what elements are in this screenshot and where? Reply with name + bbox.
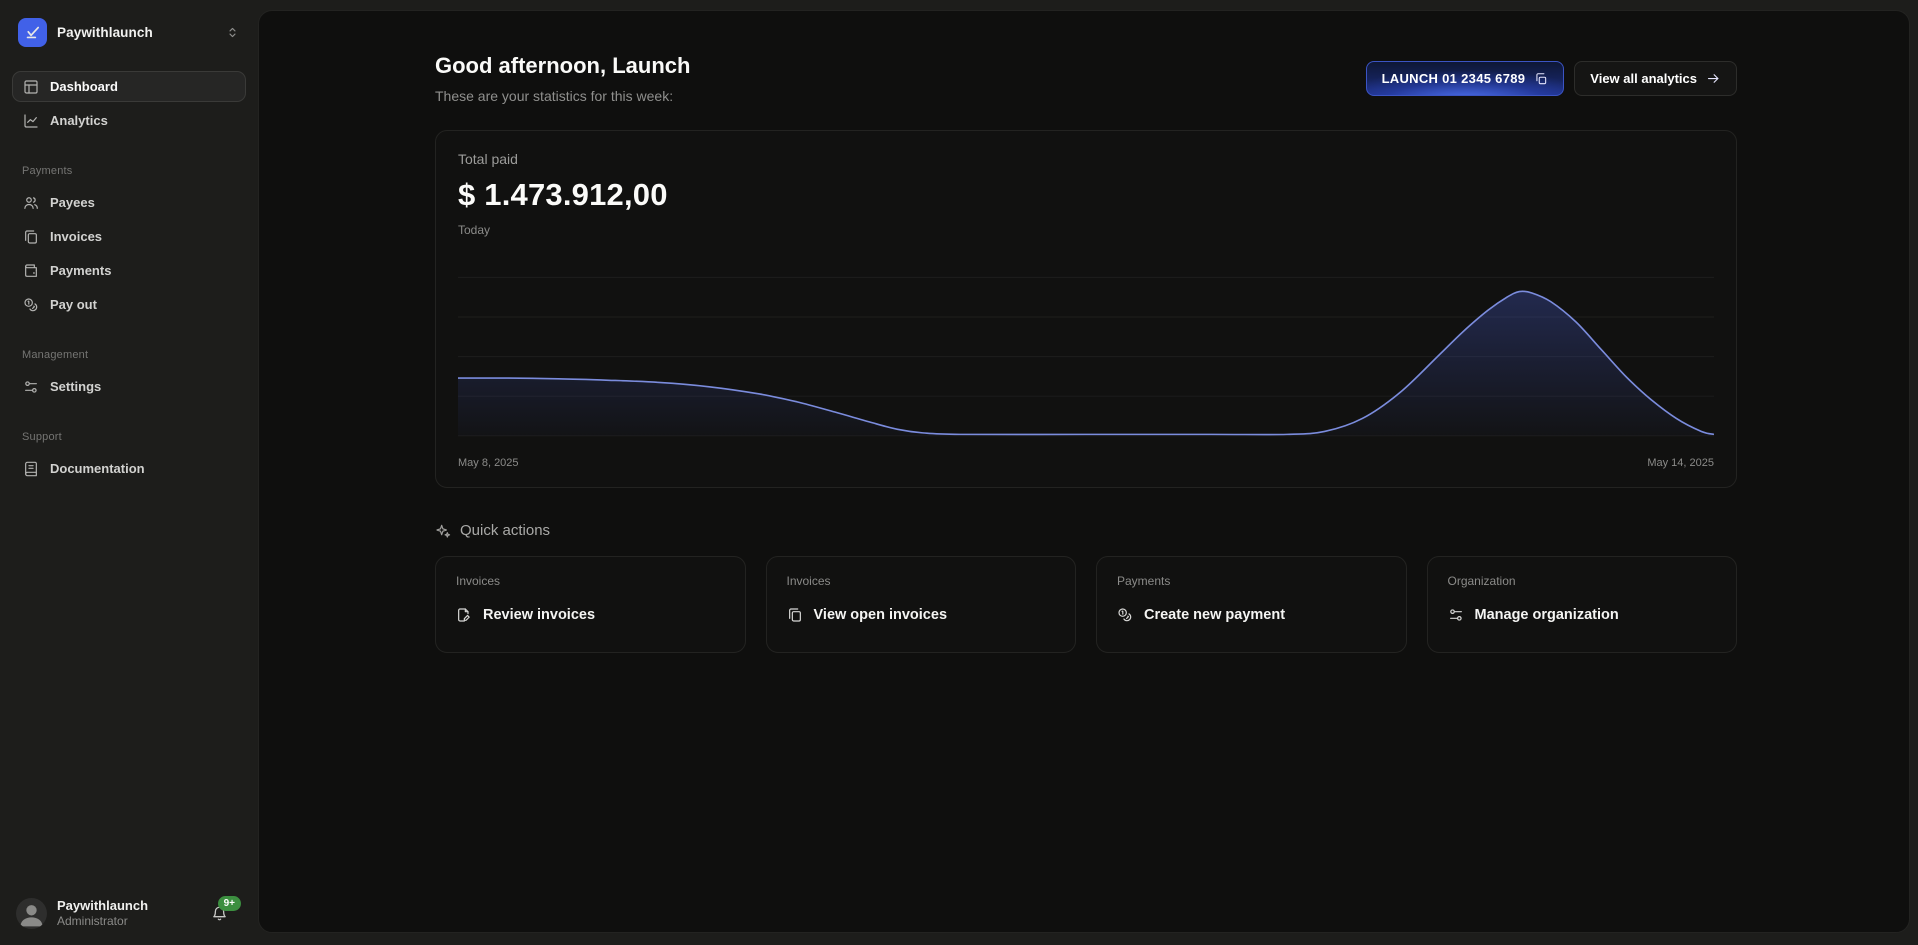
- chart-area-fill: [458, 291, 1714, 436]
- coins-icon: [23, 297, 39, 313]
- page-header: Good afternoon, Launch These are your st…: [435, 53, 1737, 104]
- sidebar-item-dashboard[interactable]: Dashboard: [12, 71, 246, 102]
- sidebar-item-payments[interactable]: Payments: [12, 255, 246, 286]
- quick-action-manage-organization[interactable]: Organization Manage organization: [1427, 556, 1738, 653]
- user-role: Administrator: [57, 914, 201, 929]
- file-pen-icon: [456, 607, 472, 623]
- chart-title: Total paid: [458, 151, 1714, 167]
- card-label: Manage organization: [1475, 607, 1619, 623]
- card-category: Organization: [1448, 574, 1717, 588]
- sidebar-item-settings[interactable]: Settings: [12, 371, 246, 402]
- card-label: Review invoices: [483, 607, 595, 623]
- workspace-name: Paywithlaunch: [57, 25, 215, 40]
- total-paid-card: Total paid $ 1.473.912,00 Today M: [435, 130, 1737, 488]
- arrow-right-icon: [1706, 71, 1721, 86]
- sidebar-item-analytics[interactable]: Analytics: [12, 105, 246, 136]
- user-name: Paywithlaunch: [57, 898, 201, 914]
- page-subtitle: These are your statistics for this week:: [435, 88, 690, 104]
- sliders-icon: [23, 379, 39, 395]
- chart-period: Today: [458, 223, 1714, 237]
- notification-badge: 9+: [218, 896, 241, 911]
- view-all-analytics-button[interactable]: View all analytics: [1574, 61, 1737, 96]
- copy-icon: [1534, 72, 1548, 86]
- total-paid-value: $ 1.473.912,00: [458, 177, 1714, 213]
- workspace-switcher[interactable]: Paywithlaunch: [12, 14, 246, 51]
- section-label-payments: Payments: [22, 165, 246, 177]
- section-label-management: Management: [22, 349, 246, 361]
- chart-line-icon: [23, 113, 39, 129]
- account-number-button[interactable]: LAUNCH 01 2345 6789: [1366, 61, 1565, 96]
- wallet-icon: [23, 263, 39, 279]
- sidebar-item-label: Analytics: [50, 113, 108, 128]
- main-panel: Good afternoon, Launch These are your st…: [258, 10, 1910, 933]
- coins-icon: [1117, 607, 1133, 623]
- files-icon: [787, 607, 803, 623]
- sidebar: Paywithlaunch Dashboard Analytics Paymen…: [0, 0, 258, 945]
- sparkles-icon: [435, 523, 451, 539]
- dashboard-icon: [23, 79, 39, 95]
- sidebar-item-label: Dashboard: [50, 79, 118, 94]
- sidebar-item-label: Payments: [50, 263, 111, 278]
- sidebar-item-label: Settings: [50, 379, 101, 394]
- sidebar-item-label: Payees: [50, 195, 95, 210]
- notifications-button[interactable]: 9+: [211, 905, 228, 922]
- card-label: Create new payment: [1144, 607, 1285, 623]
- card-category: Invoices: [787, 574, 1056, 588]
- user-profile[interactable]: Paywithlaunch Administrator 9+: [12, 898, 246, 929]
- sidebar-item-documentation[interactable]: Documentation: [12, 453, 246, 484]
- card-label: View open invoices: [814, 607, 948, 623]
- sliders-icon: [1448, 607, 1464, 623]
- page-title: Good afternoon, Launch: [435, 53, 690, 79]
- section-label-support: Support: [22, 431, 246, 443]
- sidebar-item-label: Pay out: [50, 297, 97, 312]
- chart-x-axis: May 8, 2025 May 14, 2025: [458, 457, 1714, 469]
- users-icon: [23, 195, 39, 211]
- quick-actions-header: Quick actions: [435, 522, 1737, 539]
- card-category: Invoices: [456, 574, 725, 588]
- sidebar-item-invoices[interactable]: Invoices: [12, 221, 246, 252]
- card-category: Payments: [1117, 574, 1386, 588]
- quick-action-create-new-payment[interactable]: Payments Create new payment: [1096, 556, 1407, 653]
- quick-action-review-invoices[interactable]: Invoices Review invoices: [435, 556, 746, 653]
- files-icon: [23, 229, 39, 245]
- area-chart[interactable]: [458, 251, 1714, 449]
- launch-logo-icon: [24, 24, 41, 41]
- chevrons-up-down-icon: [225, 25, 240, 40]
- x-axis-start-label: May 8, 2025: [458, 457, 519, 469]
- book-icon: [23, 461, 39, 477]
- x-axis-end-label: May 14, 2025: [1647, 457, 1714, 469]
- quick-action-view-open-invoices[interactable]: Invoices View open invoices: [766, 556, 1077, 653]
- app-logo: [18, 18, 47, 47]
- avatar: [16, 898, 47, 929]
- quick-actions-grid: Invoices Review invoices Invoices View o…: [435, 556, 1737, 653]
- sidebar-item-pay-out[interactable]: Pay out: [12, 289, 246, 320]
- sidebar-item-label: Documentation: [50, 461, 145, 476]
- sidebar-item-label: Invoices: [50, 229, 102, 244]
- quick-actions-title: Quick actions: [460, 522, 550, 539]
- sidebar-item-payees[interactable]: Payees: [12, 187, 246, 218]
